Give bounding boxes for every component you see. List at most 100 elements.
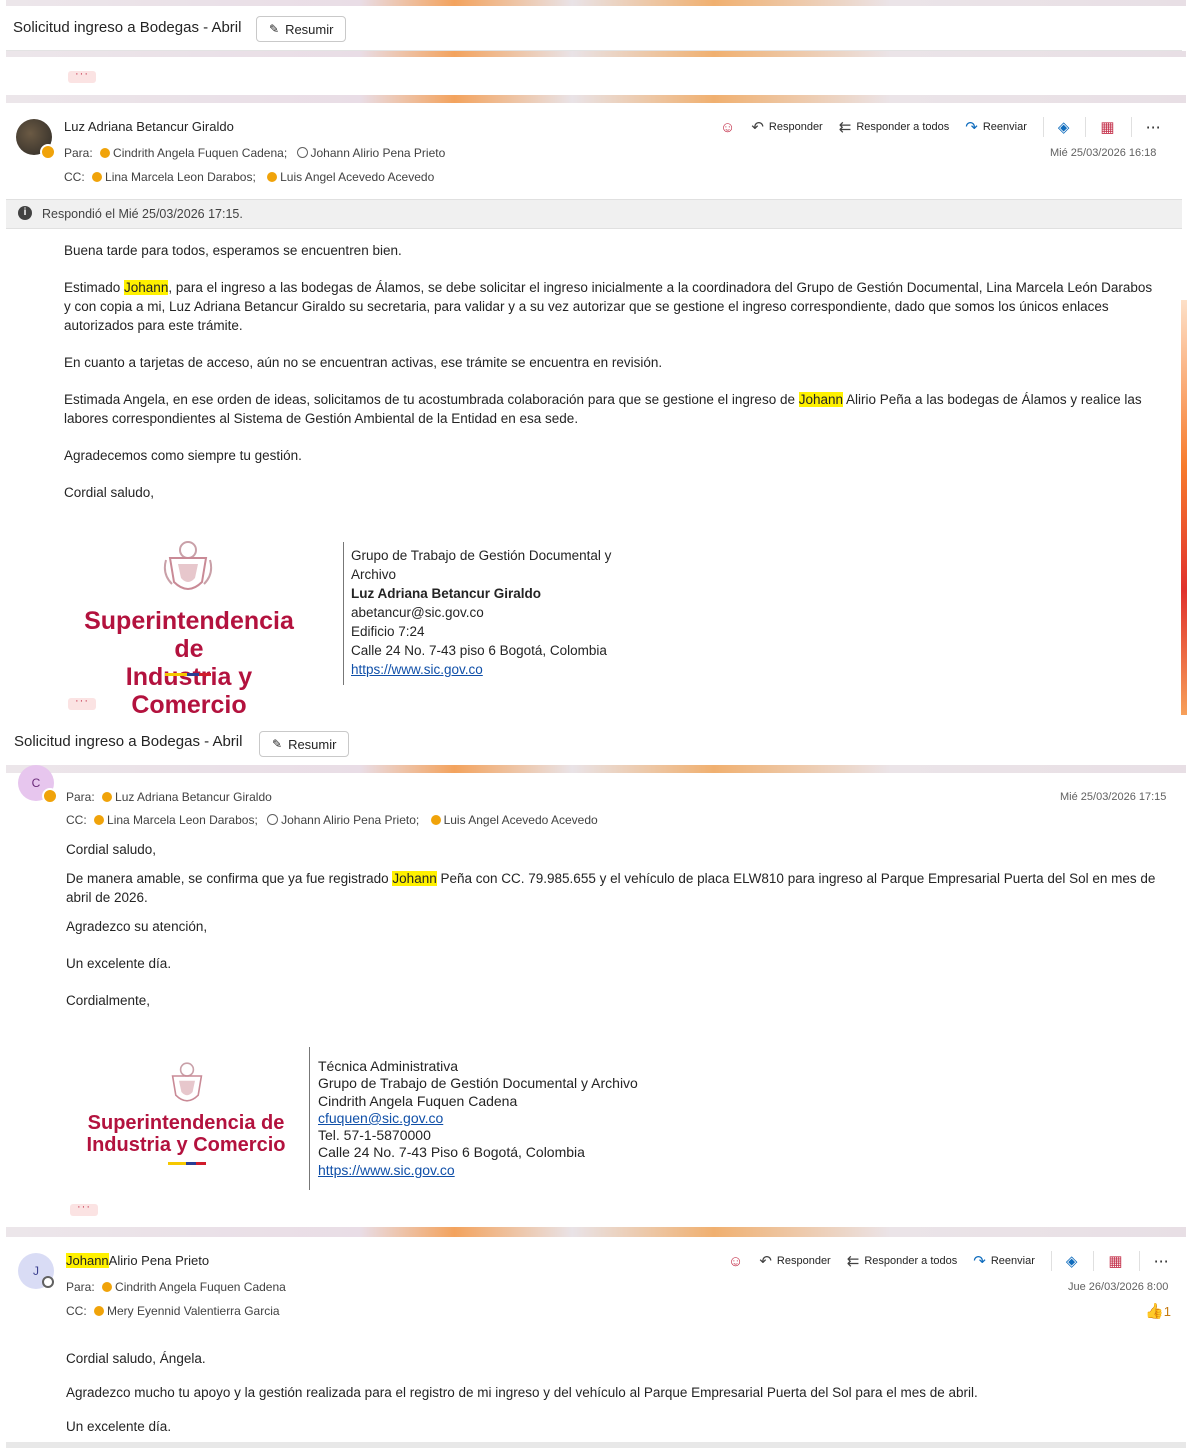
message-body: Buena tarde para todos, esperamos se enc…: [64, 241, 1154, 502]
collapsed-dots-button[interactable]: ···: [70, 1202, 98, 1216]
body-paragraph: Cordial saludo,: [64, 485, 155, 500]
sender-name[interactable]: Luz Adriana Betancur Giraldo: [64, 119, 234, 134]
search-highlight: Johann: [798, 392, 844, 407]
body-paragraph: Estimada Angela, en ese orden de ideas, …: [64, 390, 1154, 428]
signature-line: Grupo de Trabajo de Gestión Documental y…: [318, 1075, 638, 1092]
body-paragraph: Buena tarde para todos, esperamos se enc…: [64, 243, 402, 258]
recipient[interactable]: Johann Alirio Pena Prieto: [311, 146, 446, 160]
reply-label: Responder: [768, 121, 823, 133]
message-date: Mié 25/03/2026 17:15: [1060, 791, 1167, 803]
colombia-flag-stripe: [165, 673, 211, 676]
collapsed-dots-button[interactable]: ···: [68, 69, 96, 83]
more-actions-button[interactable]: ⋯: [1154, 1252, 1169, 1270]
signature-name: Cindrith Angela Fuquen Cadena: [318, 1092, 518, 1109]
reply-all-label: Responder a todos: [856, 121, 950, 133]
presence-away-icon: [100, 148, 111, 158]
ellipsis-icon: ⋯: [1153, 1253, 1169, 1270]
signature-email-link[interactable]: cfuquen@sic.gov.co: [318, 1110, 443, 1126]
forward-icon: ↷: [965, 119, 978, 136]
smiley-icon: ☺: [728, 1252, 744, 1270]
resumir-label: Resumir: [288, 736, 337, 752]
divider: [1130, 117, 1132, 137]
forward-icon: ↷: [973, 1253, 986, 1270]
reply-button[interactable]: ↶ Responder: [759, 1252, 830, 1270]
loop-icon: ◈: [1057, 119, 1070, 136]
replied-info-bar: i Respondió el Mié 25/03/2026 17:15.: [6, 199, 1182, 229]
resumir-button[interactable]: ✎ Resumir: [256, 16, 347, 42]
search-highlight: Johann: [66, 1253, 109, 1268]
replied-info-text: Respondió el Mié 25/03/2026 17:15.: [42, 207, 243, 221]
more-actions-button[interactable]: ⋯: [1146, 118, 1161, 136]
signature-line: Técnica Administrativa: [318, 1058, 459, 1074]
summary-icon: ✎: [269, 22, 280, 36]
ellipsis-icon: ⋯: [1145, 119, 1161, 136]
recipient[interactable]: Lina Marcela Leon Darabos;: [107, 813, 258, 827]
forward-label: Reenviar: [982, 121, 1027, 133]
addin-button[interactable]: ▦: [1108, 1252, 1122, 1270]
reply-all-button[interactable]: ⇇ Responder a todos: [839, 118, 950, 136]
apps-button[interactable]: ◈: [1066, 1252, 1078, 1270]
resumir-label: Resumir: [285, 21, 334, 37]
cc-label: CC:: [64, 170, 85, 184]
presence-away-icon: [40, 144, 56, 160]
window-edge: [1181, 300, 1187, 715]
like-reaction[interactable]: 👍1: [1145, 1302, 1171, 1320]
presence-away-icon: [430, 815, 441, 825]
sic-logo-text: Superintendencia de Industria y Comercio: [82, 1112, 290, 1156]
presence-offline-icon: [42, 1276, 54, 1288]
logo-line: Industria y Comercio: [86, 1134, 286, 1156]
body-paragraph: Estimado Johann, para el ingreso a las b…: [64, 278, 1154, 335]
to-line: Para: Cindrith Angela Fuquen Cadena; Joh…: [64, 146, 445, 160]
to-label: Para:: [64, 146, 93, 160]
signature-phone: Tel. 57-1-5870000: [318, 1127, 431, 1144]
addin-button[interactable]: ▦: [1100, 118, 1114, 136]
signature-address: Calle 24 No. 7-43 Piso 6 Bogotá, Colombi…: [318, 1144, 585, 1161]
recipient[interactable]: Luz Adriana Betancur Giraldo: [115, 790, 272, 804]
reply-button[interactable]: ↶ Responder: [751, 118, 822, 136]
divider: [1093, 1251, 1095, 1271]
cc-label: CC:: [66, 813, 87, 827]
sic-seal-icon: [162, 538, 214, 598]
signature-address: Calle 24 No. 7-43 piso 6 Bogotá, Colombi…: [351, 643, 607, 658]
body-paragraph: Un excelente día.: [66, 1419, 172, 1434]
reply-all-icon: ⇇: [838, 119, 852, 136]
resumir-button[interactable]: ✎ Resumir: [259, 731, 350, 757]
signature-link[interactable]: https://www.sic.gov.co: [351, 662, 483, 677]
forward-button[interactable]: ↷ Reenviar: [973, 1252, 1035, 1270]
text: Alirio Pena Prieto: [108, 1253, 210, 1268]
sender-name[interactable]: JohannAlirio Pena Prieto: [66, 1253, 209, 1268]
emoji-reaction-button[interactable]: ☺: [720, 119, 735, 136]
thread-separator: [6, 95, 1186, 103]
recipient[interactable]: Luis Angel Acevedo Acevedo: [444, 813, 598, 827]
apps-button[interactable]: ◈: [1058, 118, 1070, 136]
collapsed-dots-button[interactable]: ···: [68, 696, 96, 710]
presence-away-icon: [94, 1306, 105, 1316]
cc-label: CC:: [66, 1304, 87, 1318]
presence-away-icon: [94, 815, 105, 825]
emoji-reaction-button[interactable]: ☺: [728, 1253, 743, 1270]
recipient[interactable]: Cindrith Angela Fuquen Cadena: [115, 1280, 286, 1294]
divider: [1138, 1251, 1140, 1271]
subject-header: Solicitud ingreso a Bodegas - Abril ✎ Re…: [6, 721, 1182, 765]
body-paragraph: Cordialmente,: [66, 993, 151, 1008]
recipient[interactable]: Lina Marcela Leon Darabos;: [105, 170, 256, 184]
signature-divider: [343, 542, 344, 685]
recipient[interactable]: Mery Eyennid Valentierra Garcia: [107, 1304, 280, 1318]
signature-divider: [309, 1047, 310, 1190]
reply-all-icon: ⇇: [846, 1253, 860, 1270]
forward-button[interactable]: ↷ Reenviar: [965, 118, 1027, 136]
signature-block: Grupo de Trabajo de Gestión Documental y…: [351, 546, 611, 679]
presence-away-icon: [42, 788, 58, 804]
reply-all-button[interactable]: ⇇ Responder a todos: [847, 1252, 958, 1270]
signature-link[interactable]: https://www.sic.gov.co: [318, 1162, 455, 1178]
recipient[interactable]: Luis Angel Acevedo Acevedo: [280, 170, 434, 184]
recipient[interactable]: Johann Alirio Pena Prieto;: [281, 813, 419, 827]
divider: [1050, 1251, 1052, 1271]
subject-header: Solicitud ingreso a Bodegas - Abril ✎ Re…: [6, 6, 1182, 51]
recipient[interactable]: Cindrith Angela Fuquen Cadena;: [113, 146, 287, 160]
body-paragraph: Agradecemos como siempre tu gestión.: [64, 448, 302, 463]
reply-icon: ↶: [759, 1253, 772, 1270]
presence-away-icon: [102, 792, 113, 802]
search-highlight: Johann: [124, 280, 169, 295]
divider: [1042, 117, 1044, 137]
